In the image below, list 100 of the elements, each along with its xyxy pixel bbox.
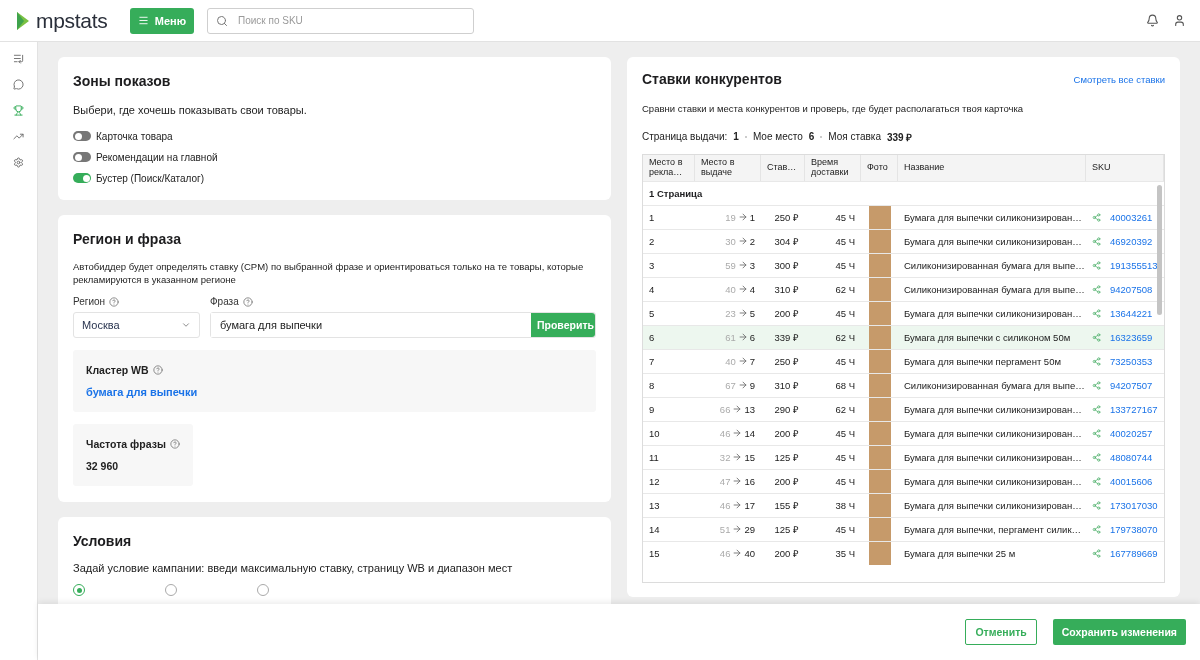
table-cell-text: 15	[648, 547, 661, 559]
old-place: 59	[725, 259, 736, 271]
table-row[interactable]: 6 61 6 339 ₽ 62 Ч Бумага для выпечки с силиконом 50м 16323659	[643, 324, 1164, 349]
old-place: 46	[719, 427, 731, 439]
share-icon[interactable]	[1092, 548, 1101, 558]
table-cell-text: 45 Ч	[834, 355, 856, 367]
user-icon[interactable]	[1173, 14, 1186, 27]
sku-link[interactable]: 13644221	[1110, 307, 1153, 319]
share-icon[interactable]	[1092, 260, 1101, 270]
share-icon[interactable]	[1092, 476, 1101, 486]
sku-link[interactable]: 40020257	[1110, 427, 1153, 439]
arrow-icon	[732, 452, 743, 463]
help-icon[interactable]	[169, 439, 180, 450]
column-header[interactable]: Место в выдаче	[695, 154, 761, 181]
sku-link[interactable]: 173017030	[1110, 499, 1158, 511]
column-header[interactable]: SKU	[1086, 154, 1164, 181]
toggle-switch[interactable]	[73, 131, 91, 142]
sku-link[interactable]: 191355513	[1110, 259, 1158, 271]
help-icon[interactable]	[152, 365, 163, 376]
table-cell-text: Бумага для выпечки силиконизирован…	[903, 307, 1083, 319]
sku-link[interactable]: 94207507	[1110, 379, 1153, 391]
chat-icon[interactable]	[13, 79, 24, 90]
section-description: Автобиддер будет определять ставку (CPM) по выбранной фразе и ориентироваться только на те товары, которые рекламируются в указанном регионе	[73, 260, 585, 287]
toggle-switch[interactable]	[73, 173, 91, 184]
arrow-icon	[737, 236, 748, 247]
bell-icon[interactable]	[1146, 14, 1159, 27]
share-icon[interactable]	[1092, 524, 1101, 534]
cluster-link[interactable]: бумага для выпечки	[86, 386, 583, 399]
table-cell-text: Бумага для выпечки силиконизирован…	[903, 211, 1083, 223]
table-row[interactable]: 11 32 15 125 ₽ 45 Ч Бумага для выпечки силиконизирован… 48080744	[643, 444, 1164, 469]
frequency-label: Частота фразы	[86, 438, 166, 451]
table-row[interactable]: 8 67 9 310 ₽ 68 Ч Силиконизированная бумага для выпе… 94207507	[643, 372, 1164, 397]
photo-placeholder	[868, 205, 891, 229]
table-row[interactable]: 13 46 17 155 ₽ 38 Ч Бумага для выпечки силиконизирован… 173017030	[643, 492, 1164, 517]
photo-placeholder	[868, 229, 891, 253]
table-cell-text: 45 Ч	[834, 211, 856, 223]
settings-icon[interactable]	[13, 157, 24, 168]
share-icon[interactable]	[1092, 236, 1101, 246]
table-cell-text: 290 ₽	[773, 402, 800, 416]
sku-link[interactable]: 94207508	[1110, 283, 1153, 295]
sku-link[interactable]: 40003261	[1110, 211, 1153, 223]
share-icon[interactable]	[1092, 212, 1101, 222]
sku-link[interactable]: 46920392	[1110, 235, 1153, 247]
photo-placeholder	[868, 397, 891, 421]
share-icon[interactable]	[1092, 452, 1101, 462]
table-row[interactable]: 5 23 5 200 ₽ 45 Ч Бумага для выпечки силиконизирован… 13644221	[643, 300, 1164, 325]
sku-link[interactable]: 16323659	[1110, 331, 1153, 343]
table-row[interactable]: 3 59 3 300 ₽ 45 Ч Силиконизированная бумага для выпе… 191355513	[643, 252, 1164, 277]
table-row[interactable]: 12 47 16 200 ₽ 45 Ч Бумага для выпечки силиконизирован… 40015606	[643, 468, 1164, 493]
help-icon[interactable]	[109, 296, 120, 307]
share-icon[interactable]	[1092, 356, 1101, 366]
table-cell-text: 2	[648, 235, 656, 247]
sku-link[interactable]: 73250353	[1110, 355, 1153, 367]
list-icon[interactable]	[13, 53, 24, 64]
arrow-icon	[737, 212, 748, 223]
table-cell-text: 45 Ч	[834, 475, 856, 487]
share-icon[interactable]	[1092, 404, 1101, 414]
toggle-label: Карточка товара	[96, 130, 173, 142]
column-header[interactable]: Время доставки	[805, 154, 861, 181]
table-row[interactable]: 7 40 7 250 ₽ 45 Ч Бумага для выпечки пергамент 50м 73250353	[643, 348, 1164, 373]
share-icon[interactable]	[1092, 284, 1101, 294]
photo-placeholder	[868, 541, 891, 565]
table-cell-text: 250 ₽	[773, 210, 800, 224]
help-icon[interactable]	[242, 296, 253, 307]
share-icon[interactable]	[1092, 308, 1101, 318]
share-icon[interactable]	[1092, 332, 1101, 342]
phrase-field[interactable]: бумага для выпечки Проверить	[210, 312, 596, 339]
sku-link[interactable]: 48080744	[1110, 451, 1153, 463]
view-all-link[interactable]: Смотреть все ставки	[1073, 73, 1165, 85]
table-cell-text: Силиконизированная бумага для выпе…	[903, 259, 1086, 271]
table-cell-text: 14	[648, 523, 661, 535]
table-cell-text: 12	[648, 475, 661, 487]
table-cell-text: 45 Ч	[834, 235, 856, 247]
share-icon[interactable]	[1092, 380, 1101, 390]
search-field[interactable]: Поиск по SKU	[207, 7, 474, 34]
column-header[interactable]: Фото	[861, 154, 898, 181]
trend-icon[interactable]	[13, 131, 24, 142]
table-row[interactable]: 10 46 14 200 ₽ 45 Ч Бумага для выпечки силиконизирован… 40020257	[643, 420, 1164, 445]
table-cell-text: 125 ₽	[773, 450, 800, 464]
trophy-icon[interactable]	[13, 105, 24, 116]
sku-link[interactable]: 40015606	[1110, 475, 1153, 487]
region-select[interactable]: Москва	[73, 312, 200, 339]
table-row[interactable]: 14 51 29 125 ₽ 45 Ч Бумага для выпечки, пергамент силик… 179738070	[643, 516, 1164, 541]
sku-link[interactable]: 167789669	[1110, 547, 1158, 559]
column-header[interactable]: Название	[898, 154, 1086, 181]
old-place: 47	[719, 475, 731, 487]
toggle-switch[interactable]	[73, 152, 91, 163]
table-row[interactable]: 2 30 2 304 ₽ 45 Ч Бумага для выпечки силиконизирован… 46920392	[643, 228, 1164, 253]
share-icon[interactable]	[1092, 500, 1101, 510]
column-header[interactable]: Став…	[761, 154, 805, 181]
sku-link[interactable]: 179738070	[1110, 523, 1158, 535]
new-place: 15	[744, 451, 755, 463]
share-icon[interactable]	[1092, 428, 1101, 438]
table-row[interactable]: 15 46 40 200 ₽ 35 Ч Бумага для выпечки 25 м 167789669	[643, 540, 1164, 565]
table-row[interactable]: 4 40 4 310 ₽ 62 Ч Силиконизированная бумага для выпе… 94207508	[643, 276, 1164, 301]
column-header[interactable]: Место в рекла…	[643, 154, 695, 181]
table-cell-text: 200 ₽	[773, 546, 800, 560]
sku-link[interactable]: 133727167	[1110, 403, 1158, 415]
table-row[interactable]: 1 19 1 250 ₽ 45 Ч Бумага для выпечки силиконизирован… 40003261	[643, 204, 1164, 229]
table-row[interactable]: 9 66 13 290 ₽ 62 Ч Бумага для выпечки силиконизирован… 133727167	[643, 396, 1164, 421]
